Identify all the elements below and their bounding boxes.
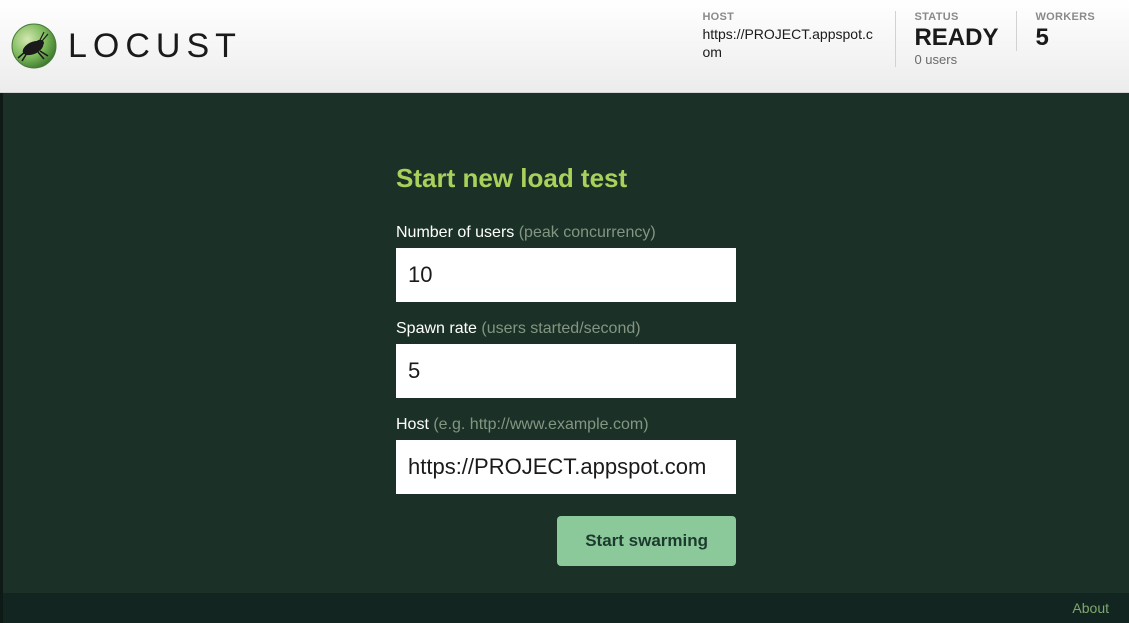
header: LOCUST HOST https://PROJECT.appspot.com … — [0, 0, 1129, 93]
stat-status-sub: 0 users — [914, 52, 998, 67]
stat-workers-label: WORKERS — [1035, 11, 1095, 23]
field-users: Number of users (peak concurrency) — [396, 224, 736, 302]
logo-text: LOCUST — [68, 27, 242, 66]
form-title: Start new load test — [396, 163, 736, 194]
field-spawn-rate: Spawn rate (users started/second) — [396, 320, 736, 398]
stat-host-value: https://PROJECT.appspot.com — [702, 25, 877, 61]
host-input[interactable] — [396, 440, 736, 494]
users-label: Number of users (peak concurrency) — [396, 224, 736, 242]
stat-host-label: HOST — [702, 11, 877, 23]
about-link[interactable]: About — [1072, 600, 1109, 616]
main: Start new load test Number of users (pea… — [3, 93, 1129, 593]
spawn-rate-input[interactable] — [396, 344, 736, 398]
stat-status: STATUS READY 0 users — [895, 11, 1016, 67]
stat-workers: WORKERS 5 — [1016, 11, 1113, 51]
header-stats: HOST https://PROJECT.appspot.com STATUS … — [684, 11, 1113, 81]
stat-status-value: READY — [914, 25, 998, 51]
host-label: Host (e.g. http://www.example.com) — [396, 416, 736, 434]
stat-host: HOST https://PROJECT.appspot.com — [684, 11, 895, 61]
stat-status-label: STATUS — [914, 11, 998, 23]
footer: About — [3, 593, 1129, 623]
stat-workers-value: 5 — [1035, 25, 1095, 51]
start-swarming-button[interactable]: Start swarming — [557, 516, 736, 566]
users-input[interactable] — [396, 248, 736, 302]
field-host: Host (e.g. http://www.example.com) — [396, 416, 736, 494]
logo: LOCUST — [10, 22, 242, 70]
locust-icon — [10, 22, 58, 70]
spawn-rate-label: Spawn rate (users started/second) — [396, 320, 736, 338]
new-load-test-form: Start new load test Number of users (pea… — [396, 163, 736, 593]
